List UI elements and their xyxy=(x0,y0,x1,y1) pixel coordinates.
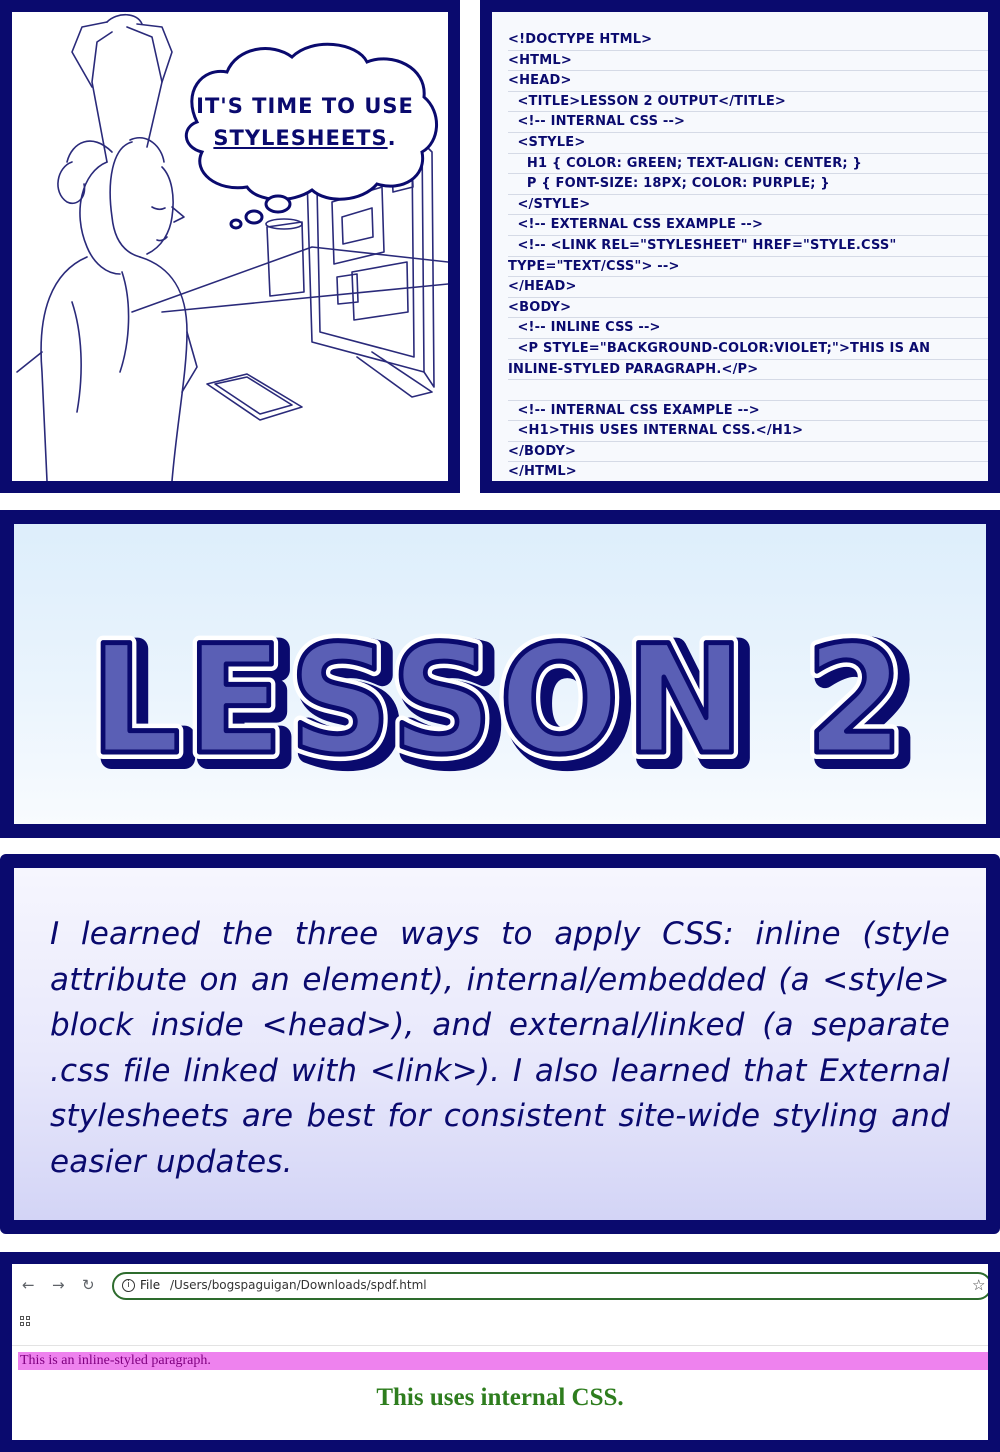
bubble-period: . xyxy=(387,126,397,150)
code-line: </body> xyxy=(508,442,988,463)
summary-panel: I learned the three ways to apply CSS: i… xyxy=(0,854,1000,1234)
code-line: <style> xyxy=(508,133,988,154)
info-icon[interactable]: i xyxy=(122,1279,135,1292)
code-line: p { font-size: 18px; color: purple; } xyxy=(508,174,988,195)
lesson-title: LESSON 2 xyxy=(90,614,910,788)
arrow-left-icon[interactable]: ← xyxy=(22,1276,35,1294)
code-panel: <!DOCTYPE html> <html> <head> <title>Lesso… xyxy=(480,0,1000,493)
code-line: <h1>This uses internal CSS.</h1> xyxy=(508,421,988,442)
bubble-line-2: STYLESHEETS. xyxy=(180,122,430,154)
code-line: <!-- Internal CSS example --> xyxy=(508,401,988,422)
code-line: inline-styled paragraph.</p> xyxy=(508,360,988,381)
code-line: <title>Lesson 2 Output</title> xyxy=(508,92,988,113)
lesson-summary: I learned the three ways to apply CSS: i… xyxy=(50,916,950,1180)
browser-toolbar: ← → ↻ i File /Users/bogspaguigan/Downloa… xyxy=(12,1264,988,1306)
star-bookmark-icon[interactable]: ☆ xyxy=(972,1276,985,1294)
code-line: h1 { color: green; text-align: center; } xyxy=(508,154,988,175)
code-line: <body> xyxy=(508,298,988,319)
code-line: <!-- <link rel="stylesheet" href="style.… xyxy=(508,236,988,257)
code-line: </head> xyxy=(508,277,988,298)
bookmarks-bar xyxy=(12,1306,988,1346)
thought-bubble-text: IT'S TIME TO USE STYLESHEETS. xyxy=(180,90,430,154)
code-line: <head> xyxy=(508,71,988,92)
code-line: <!DOCTYPE html> xyxy=(508,30,988,51)
stylesheets-word: STYLESHEETS xyxy=(213,126,388,150)
code-line: <!-- Internal CSS --> xyxy=(508,112,988,133)
apps-grid-icon[interactable] xyxy=(20,1316,32,1328)
code-line: </style> xyxy=(508,195,988,216)
code-line: <!-- External CSS example --> xyxy=(508,215,988,236)
address-bar[interactable]: i File /Users/bogspaguigan/Downloads/spd… xyxy=(112,1272,988,1300)
lesson-title-panel: LESSON 2 LESSON 2 LESSON 2 xyxy=(0,510,1000,838)
character-at-desk-illustration xyxy=(16,13,448,481)
code-line xyxy=(508,380,988,401)
html-code-listing: <!DOCTYPE html> <html> <head> <title>Lesso… xyxy=(508,30,988,481)
code-line: </html> xyxy=(508,462,988,481)
bubble-line-1: IT'S TIME TO USE xyxy=(196,94,414,118)
internal-css-heading: This uses internal CSS. xyxy=(376,1384,624,1411)
url-text[interactable]: /Users/bogspaguigan/Downloads/spdf.html xyxy=(170,1278,427,1292)
code-line: <html> xyxy=(508,51,988,72)
file-scheme-label: File xyxy=(140,1278,161,1292)
code-line: type="text/css"> --> xyxy=(508,257,988,278)
lesson-title-graphic: LESSON 2 LESSON 2 LESSON 2 xyxy=(83,607,923,805)
inline-styled-paragraph: This is an inline-styled paragraph. xyxy=(18,1352,988,1370)
browser-output-panel: ← → ↻ i File /Users/bogspaguigan/Downloa… xyxy=(0,1252,1000,1452)
code-line: <!-- Inline CSS --> xyxy=(508,318,988,339)
code-line: <p style="background-color:violet;">This… xyxy=(508,339,988,360)
illustration-panel: IT'S TIME TO USE STYLESHEETS. xyxy=(0,0,460,493)
arrow-right-icon[interactable]: → xyxy=(52,1276,65,1294)
reload-icon[interactable]: ↻ xyxy=(82,1276,95,1294)
